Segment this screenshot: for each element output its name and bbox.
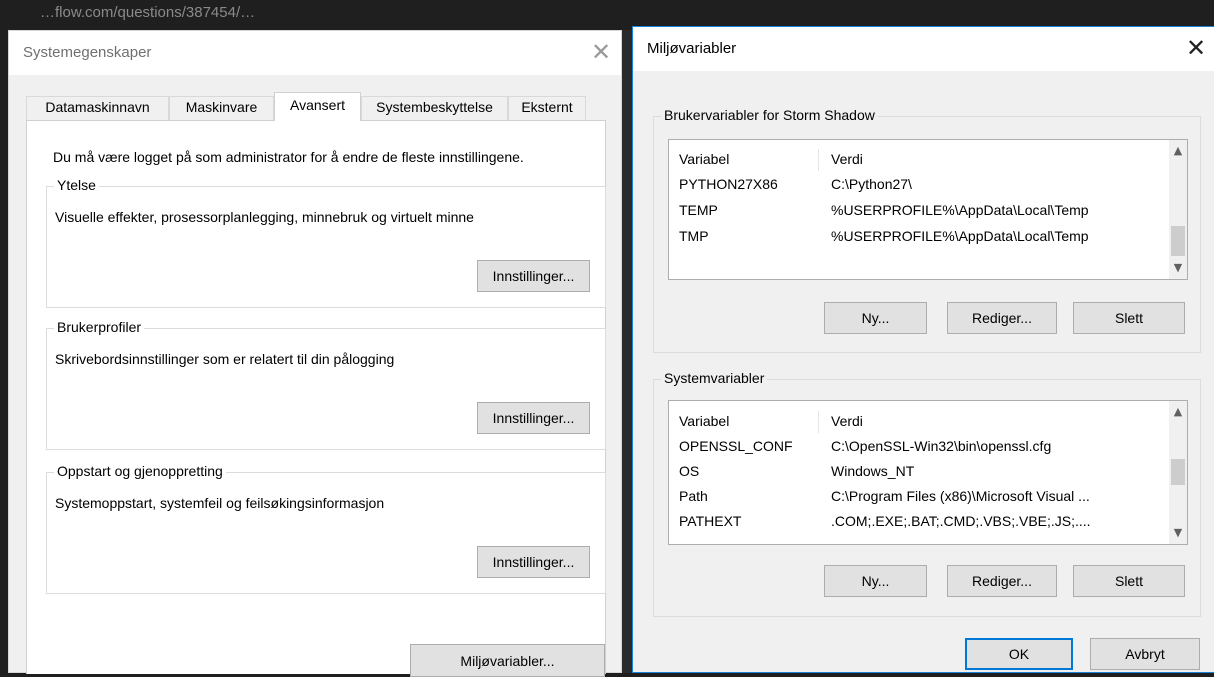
scroll-up-icon[interactable]: ▲ [1169, 403, 1187, 421]
user-edit-button[interactable]: Rediger... [947, 302, 1057, 334]
system-properties-close-icon[interactable]: ✕ [583, 37, 619, 69]
admin-note: Du må være logget på som administrator f… [53, 149, 524, 165]
variable-value: C:\Program Files (x86)\Microsoft Visual … [831, 488, 1090, 504]
environment-variables-button[interactable]: Miljøvariabler... [410, 644, 605, 677]
startup-recovery-settings-button[interactable]: Innstillinger... [477, 546, 590, 578]
user-new-button[interactable]: Ny... [824, 302, 927, 334]
tab-label: Systembeskyttelse [376, 99, 493, 115]
tab-hardware[interactable]: Maskinvare [169, 96, 274, 120]
system-variables-list[interactable]: Variabel Verdi OPENSSL_CONF C:\OpenSSL-W… [668, 400, 1188, 545]
system-properties-titlebar[interactable]: Systemegenskaper ✕ [9, 31, 621, 75]
tab-label: Maskinvare [185, 99, 258, 115]
environment-variables-title: Miljøvariabler [647, 40, 737, 57]
tab-label: Datamaskinnavn [45, 99, 150, 115]
variable-name: PATHEXT [679, 513, 742, 529]
tab-remote[interactable]: Eksternt [508, 96, 586, 120]
variable-value: C:\OpenSSL-Win32\bin\openssl.cfg [831, 438, 1052, 454]
user-variables-group-label: Brukervariabler for Storm Shadow [661, 107, 878, 123]
variable-value: .COM;.EXE;.BAT;.CMD;.VBS;.VBE;.JS;.... [831, 513, 1091, 529]
performance-settings-button[interactable]: Innstillinger... [477, 260, 590, 292]
column-separator[interactable] [818, 411, 819, 433]
system-variables-header: Variabel Verdi [669, 408, 1169, 434]
cancel-button[interactable]: Avbryt [1090, 638, 1200, 670]
variable-name: PYTHON27X86 [679, 176, 778, 192]
variable-name: OPENSSL_CONF [679, 438, 793, 454]
user-delete-button[interactable]: Slett [1073, 302, 1185, 334]
table-row[interactable]: PYTHON27X86 C:\Python27\ [669, 171, 1169, 197]
startup-recovery-group-label: Oppstart og gjenoppretting [54, 463, 226, 479]
system-variables-scrollbar[interactable]: ▲ ▼ [1169, 401, 1187, 544]
backdrop-left-edge [0, 30, 8, 673]
variable-value: %USERPROFILE%\AppData\Local\Temp [831, 228, 1089, 244]
variable-name: Path [679, 488, 708, 504]
system-variables-group: Systemvariabler Variabel Verdi OPENSSL_C… [653, 370, 1201, 617]
variable-value: Windows_NT [831, 463, 915, 479]
startup-recovery-description: Systemoppstart, systemfeil og feilsøking… [55, 495, 385, 511]
system-properties-window: Systemegenskaper ✕ Datamaskinnavn Maskin… [8, 30, 622, 677]
advanced-tab-panel: Du må være logget på som administrator f… [26, 120, 606, 677]
system-new-button[interactable]: Ny... [824, 565, 927, 597]
variable-name: TEMP [679, 202, 718, 218]
user-profiles-group: Brukerprofiler Skrivebordsinnstillinger … [46, 319, 606, 450]
performance-group-label: Ytelse [54, 177, 99, 193]
tab-label: Avansert [290, 97, 345, 113]
performance-group: Ytelse Visuelle effekter, prosessorplanl… [46, 177, 606, 308]
scroll-thumb[interactable] [1171, 459, 1185, 485]
variable-value: C:\Python27\ [831, 176, 912, 192]
table-row[interactable]: OPENSSL_CONF C:\OpenSSL-Win32\bin\openss… [669, 433, 1169, 459]
tab-advanced[interactable]: Avansert [274, 92, 361, 121]
backdrop-url-text: …flow.com/questions/387454/… [40, 4, 256, 21]
scroll-down-icon[interactable]: ▼ [1169, 524, 1187, 542]
tab-computer-name[interactable]: Datamaskinnavn [26, 96, 169, 120]
column-separator[interactable] [818, 149, 819, 171]
table-row[interactable]: PATHEXT .COM;.EXE;.BAT;.CMD;.VBS;.VBE;.J… [669, 508, 1169, 534]
variable-name: OS [679, 463, 700, 479]
user-variables-list[interactable]: Variabel Verdi PYTHON27X86 C:\Python27\ … [668, 139, 1188, 280]
table-row[interactable]: Path C:\Program Files (x86)\Microsoft Vi… [669, 483, 1169, 509]
table-row[interactable]: OS Windows_NT [669, 458, 1169, 484]
scroll-down-icon[interactable]: ▼ [1169, 259, 1187, 277]
system-delete-button[interactable]: Slett [1073, 565, 1185, 597]
column-header-value[interactable]: Verdi [831, 408, 1151, 434]
system-properties-title: Systemegenskaper [23, 44, 152, 61]
performance-description: Visuelle effekter, prosessorplanlegging,… [55, 209, 474, 225]
system-variables-group-label: Systemvariabler [661, 370, 768, 386]
tab-label: Eksternt [521, 99, 573, 115]
table-row[interactable]: TMP %USERPROFILE%\AppData\Local\Temp [669, 223, 1169, 249]
column-header-variable[interactable]: Variabel [679, 408, 809, 434]
user-profiles-description: Skrivebordsinnstillinger som er relatert… [55, 351, 395, 367]
column-header-value[interactable]: Verdi [831, 146, 1151, 172]
environment-variables-titlebar[interactable]: Miljøvariabler ✕ [633, 27, 1214, 71]
table-row[interactable]: TEMP %USERPROFILE%\AppData\Local\Temp [669, 197, 1169, 223]
scroll-thumb[interactable] [1171, 226, 1185, 256]
scroll-up-icon[interactable]: ▲ [1169, 142, 1187, 160]
user-variables-header: Variabel Verdi [669, 146, 1169, 172]
user-variables-group: Brukervariabler for Storm Shadow Variabe… [653, 107, 1201, 353]
user-variables-scrollbar[interactable]: ▲ ▼ [1169, 140, 1187, 279]
variable-value: %USERPROFILE%\AppData\Local\Temp [831, 202, 1089, 218]
column-header-variable[interactable]: Variabel [679, 146, 809, 172]
tab-system-protection[interactable]: Systembeskyttelse [361, 96, 508, 120]
environment-variables-window: Miljøvariabler ✕ Brukervariabler for Sto… [632, 26, 1214, 673]
ok-button[interactable]: OK [965, 638, 1073, 670]
startup-recovery-group: Oppstart og gjenoppretting Systemoppstar… [46, 463, 606, 594]
user-profiles-group-label: Brukerprofiler [54, 319, 145, 335]
environment-variables-close-icon[interactable]: ✕ [1178, 33, 1214, 65]
user-profiles-settings-button[interactable]: Innstillinger... [477, 402, 590, 434]
backdrop-gap [622, 30, 632, 673]
variable-name: TMP [679, 228, 709, 244]
system-edit-button[interactable]: Rediger... [947, 565, 1057, 597]
